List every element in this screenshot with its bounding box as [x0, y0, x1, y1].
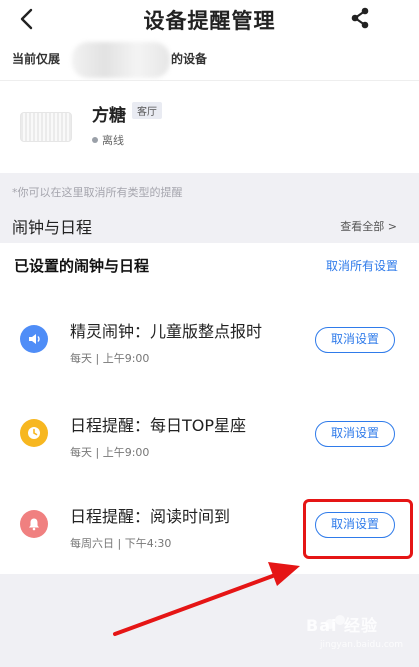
device-image [20, 112, 72, 142]
top-bar: 设备提醒管理 [0, 0, 419, 40]
watermark-subtext: jingyan.baidu.com [320, 640, 404, 650]
device-card[interactable]: 方糖 客厅 离线 [0, 81, 419, 173]
watermark-text: Bai 经验 [306, 616, 379, 635]
section-title: 闹钟与日程 [12, 218, 93, 237]
device-status: 离线 [102, 134, 124, 147]
reminder-time: 每周六日 | 下午4:30 [70, 537, 172, 550]
cancel-setting-button[interactable]: 取消设置 [315, 327, 395, 353]
status-dot-icon [92, 137, 98, 143]
speaker-icon [20, 325, 48, 353]
reminder-title: 日程提醒：每日TOP星座 [70, 416, 247, 435]
share-icon[interactable] [350, 7, 370, 29]
view-all-link[interactable]: 查看全部 > [340, 218, 397, 234]
cancel-all-button[interactable]: 取消所有设置 [326, 257, 398, 274]
highlight-annotation-box [303, 499, 413, 559]
reminder-time: 每天 | 上午9:00 [70, 352, 150, 365]
device-name: 方糖 [92, 106, 126, 126]
clock-icon [20, 419, 48, 447]
room-badge: 客厅 [132, 102, 162, 119]
reminder-title: 精灵闹钟：儿童版整点报时 [70, 322, 263, 341]
list-item: 精灵闹钟：儿童版整点报时 每天 | 上午9:00 取消设置 [0, 298, 419, 378]
cancel-setting-button[interactable]: 取消设置 [315, 421, 395, 447]
list-header: 已设置的闹钟与日程 [14, 257, 150, 275]
blurred-region [72, 42, 170, 78]
device-scope-row: 当前仅展 的设备 [0, 40, 419, 81]
hint-text: *你可以在这里取消所有类型的提醒 [12, 186, 183, 199]
list-item: 日程提醒：每日TOP星座 每天 | 上午9:00 取消设置 [0, 392, 419, 472]
reminder-time: 每天 | 上午9:00 [70, 446, 150, 459]
bell-icon [20, 510, 48, 538]
scope-suffix: 的设备 [171, 52, 208, 66]
reminder-title: 日程提醒：阅读时间到 [70, 507, 231, 526]
scope-prefix: 当前仅展 [12, 52, 61, 66]
